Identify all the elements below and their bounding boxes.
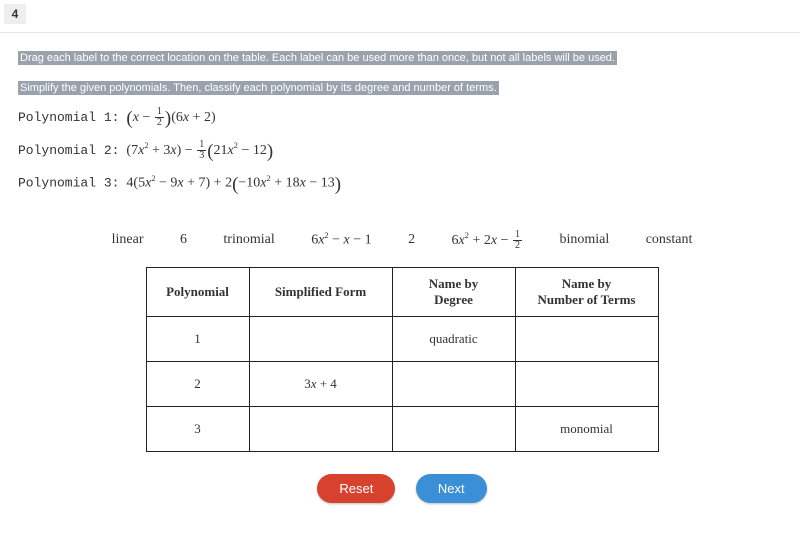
label-bank: linear 6 trinomial 6x2 − x − 1 2 6x2 + 2… [18, 230, 786, 251]
label-linear[interactable]: linear [112, 232, 144, 248]
table-header-polynomial: Polynomial [146, 267, 249, 316]
cell-r2-terms[interactable] [515, 361, 658, 406]
cell-r1-simplified[interactable] [249, 316, 392, 361]
table-row: 2 3x + 4 [146, 361, 658, 406]
label-binomial[interactable]: binomial [559, 232, 609, 248]
cell-r3-degree[interactable] [392, 406, 515, 451]
cell-r3-polynomial: 3 [146, 406, 249, 451]
table-header-simplified: Simplified Form [249, 267, 392, 316]
label-expr-b[interactable]: 6x2 + 2x − 12 [452, 230, 523, 251]
table-row: 3 monomial [146, 406, 658, 451]
cell-r1-terms[interactable] [515, 316, 658, 361]
cell-r3-terms[interactable]: monomial [515, 406, 658, 451]
table-header-terms: Name byNumber of Terms [515, 267, 658, 316]
label-2[interactable]: 2 [408, 232, 415, 248]
label-constant[interactable]: constant [646, 232, 693, 248]
cell-r3-simplified[interactable] [249, 406, 392, 451]
polynomial-3-label: Polynomial 3: [18, 175, 119, 190]
classification-table: Polynomial Simplified Form Name byDegree… [146, 267, 659, 452]
cell-r2-simplified[interactable]: 3x + 4 [249, 361, 392, 406]
table-row: 1 quadratic [146, 316, 658, 361]
instruction-line-2: Simplify the given polynomials. Then, cl… [18, 81, 499, 95]
label-6[interactable]: 6 [180, 232, 187, 248]
header-divider [0, 32, 800, 33]
question-number: 4 [4, 4, 26, 24]
cell-r2-degree[interactable] [392, 361, 515, 406]
next-button[interactable]: Next [416, 474, 487, 503]
cell-r1-degree[interactable]: quadratic [392, 316, 515, 361]
polynomial-1-label: Polynomial 1: [18, 110, 119, 125]
label-trinomial[interactable]: trinomial [223, 232, 274, 248]
reset-button[interactable]: Reset [317, 474, 395, 503]
polynomial-2-label: Polynomial 2: [18, 143, 119, 158]
polynomial-1: Polynomial 1: (x − 12)(6x + 2) [18, 107, 786, 130]
label-expr-a[interactable]: 6x2 − x − 1 [311, 231, 371, 249]
instruction-line-1: Drag each label to the correct location … [18, 51, 617, 65]
polynomial-3: Polynomial 3: 4(5x2 − 9x + 7) + 2(−10x2 … [18, 174, 786, 196]
cell-r1-polynomial: 1 [146, 316, 249, 361]
polynomial-2: Polynomial 2: (7x2 + 3x) − 13(21x2 − 12) [18, 140, 786, 163]
table-header-degree: Name byDegree [392, 267, 515, 316]
cell-r2-polynomial: 2 [146, 361, 249, 406]
